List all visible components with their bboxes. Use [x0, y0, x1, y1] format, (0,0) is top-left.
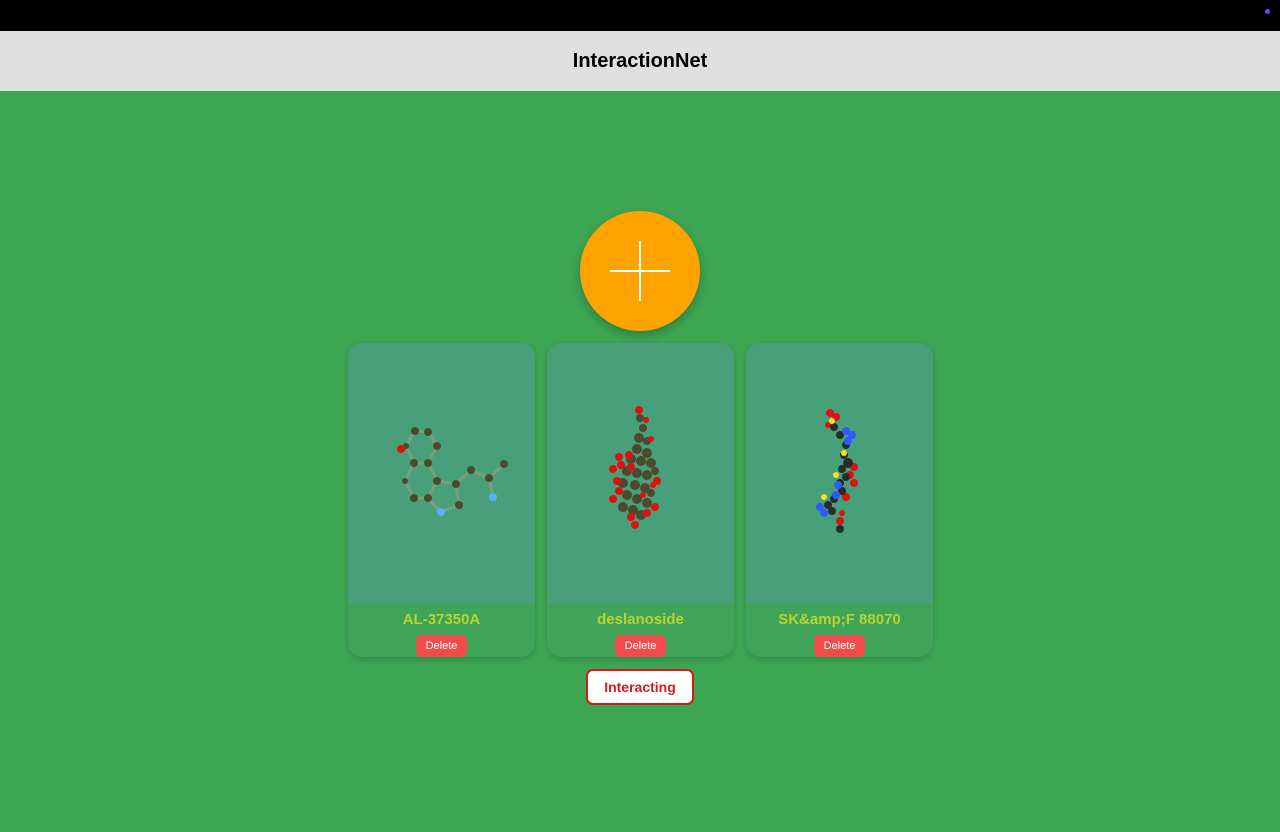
molecule-name: deslanoside — [597, 611, 684, 628]
delete-button[interactable]: Delete — [814, 635, 865, 657]
molecule-3d-viewer[interactable] — [348, 343, 535, 604]
plus-icon-vertical — [639, 241, 641, 301]
app-title: InteractionNet — [572, 49, 708, 72]
delete-button[interactable]: Delete — [416, 635, 467, 657]
molecule-card: deslanoside Delete — [547, 343, 734, 657]
molecule-3d-viewer[interactable] — [547, 343, 734, 604]
molecule-card: SK&amp;F 88070 Delete — [746, 343, 933, 657]
molecule-3d-viewer[interactable] — [746, 343, 933, 604]
molecule-structure-image — [816, 409, 858, 533]
molecule-structure-image — [609, 406, 661, 529]
app-header: InteractionNet — [0, 31, 1280, 91]
delete-button[interactable]: Delete — [615, 635, 666, 657]
interacting-button[interactable]: Interacting — [586, 669, 694, 705]
molecule-structure-image — [397, 427, 508, 516]
add-molecule-button[interactable] — [580, 211, 700, 331]
status-dot-icon — [1265, 9, 1270, 14]
molecule-name: SK&amp;F 88070 — [778, 611, 901, 628]
top-bar — [0, 0, 1280, 31]
molecule-name: AL-37350A — [402, 611, 481, 628]
molecule-card: AL-37350A Delete — [348, 343, 535, 657]
